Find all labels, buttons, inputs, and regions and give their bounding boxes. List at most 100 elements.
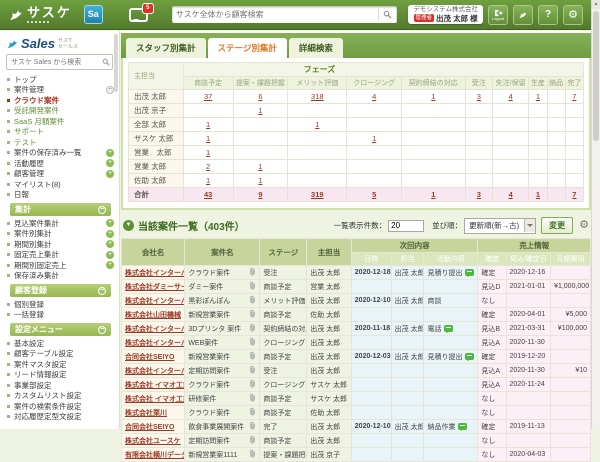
- sidebar-item[interactable]: トップ: [7, 74, 114, 85]
- company-link[interactable]: 株式会社インターパーク: [125, 368, 185, 375]
- paperclip-icon[interactable]: [249, 449, 256, 461]
- count-link[interactable]: 1: [258, 162, 262, 171]
- sidebar-item[interactable]: 期間別固定売上+: [7, 260, 114, 271]
- sidebar-item[interactable]: 案件別集計+: [7, 229, 114, 240]
- count-link[interactable]: 1: [536, 92, 540, 101]
- expand-plus-icon[interactable]: +: [106, 170, 114, 178]
- sidebar-section-header[interactable]: 設定メニュー−: [10, 323, 111, 336]
- change-button[interactable]: 変更: [541, 217, 573, 234]
- company-link[interactable]: 株式会社インターパーク: [125, 340, 185, 347]
- count-link[interactable]: 7: [572, 190, 576, 199]
- list-settings-gear-icon[interactable]: ⚙: [579, 220, 589, 231]
- sidebar-item[interactable]: 案件マスタ設定: [7, 359, 114, 370]
- count-link[interactable]: 1: [206, 134, 210, 143]
- paperclip-icon[interactable]: [249, 267, 256, 279]
- paperclip-icon[interactable]: [249, 393, 256, 405]
- company-link[interactable]: 株式会社栗川: [125, 410, 167, 417]
- chat-bubble-icon[interactable]: [458, 423, 467, 430]
- chat-bubble-icon[interactable]: [465, 269, 474, 276]
- paperclip-icon[interactable]: [249, 365, 256, 377]
- company-link[interactable]: 株式会社ユースケ: [125, 438, 181, 445]
- sidebar-item[interactable]: 対応履歴定型文設定: [7, 412, 114, 423]
- expand-plus-icon[interactable]: +: [106, 251, 114, 259]
- company-link[interactable]: 株式会社インターパーク: [125, 326, 185, 333]
- tab-active[interactable]: ステージ別集計: [208, 38, 287, 58]
- expand-plus-icon[interactable]: +: [106, 230, 114, 238]
- global-search-box[interactable]: [172, 6, 397, 23]
- sidebar-item[interactable]: テスト: [7, 137, 114, 148]
- expand-plus-icon[interactable]: +: [106, 149, 114, 157]
- company-link[interactable]: 合同会社SEIYO: [125, 424, 174, 431]
- sidebar-item[interactable]: 固定売上集計+: [7, 250, 114, 261]
- user-info-box[interactable]: デモシステム株式会社 管理者 出茂 太郎 様: [408, 5, 483, 24]
- sidebar-item[interactable]: マイリスト(8): [7, 179, 114, 190]
- count-link[interactable]: 5: [372, 190, 376, 199]
- comment-icon[interactable]: 5: [129, 8, 148, 22]
- search-icon[interactable]: [378, 8, 397, 21]
- sidebar-item[interactable]: 基本設定: [7, 338, 114, 349]
- sidebar-item[interactable]: 案件管理−: [7, 85, 114, 96]
- sasuke-home-button[interactable]: [513, 5, 533, 25]
- expand-plus-icon[interactable]: +: [106, 261, 114, 269]
- tab-item[interactable]: スタッフ別集計: [126, 38, 206, 58]
- count-link[interactable]: 4: [372, 92, 376, 101]
- sidebar-item[interactable]: 案件の保存済み一覧+: [7, 148, 114, 159]
- count-link[interactable]: 7: [572, 92, 576, 101]
- sidebar-item[interactable]: 期間別集計+: [7, 239, 114, 250]
- count-link[interactable]: 2: [206, 162, 210, 171]
- help-button[interactable]: ?: [538, 5, 558, 25]
- settings-button[interactable]: ⚙: [563, 5, 583, 25]
- paperclip-icon[interactable]: [249, 281, 256, 293]
- sidebar-search-input[interactable]: [9, 58, 102, 67]
- global-search-input[interactable]: [172, 10, 378, 19]
- sidebar-item[interactable]: クラウド案件: [7, 95, 114, 106]
- count-link[interactable]: 1: [206, 176, 210, 185]
- paperclip-icon[interactable]: [249, 379, 256, 391]
- count-link[interactable]: 1: [431, 190, 435, 199]
- expand-plus-icon[interactable]: +: [106, 219, 114, 227]
- chat-bubble-icon[interactable]: [444, 325, 453, 332]
- count-link[interactable]: 43: [204, 190, 212, 199]
- count-link[interactable]: 1: [258, 106, 262, 115]
- scrollbar-thumb[interactable]: [593, 11, 599, 141]
- sidebar-item[interactable]: サポート: [7, 127, 114, 138]
- collapse-minus-icon[interactable]: −: [98, 206, 106, 214]
- page-scrollbar[interactable]: ▲: [591, 0, 600, 429]
- sidebar-item[interactable]: 顧客管理+: [7, 169, 114, 180]
- count-link[interactable]: 37: [204, 92, 212, 101]
- count-link[interactable]: 4: [509, 92, 513, 101]
- chat-bubble-icon[interactable]: [465, 353, 474, 360]
- count-link[interactable]: 1: [431, 92, 435, 101]
- sidebar-item[interactable]: 一括登録: [7, 310, 114, 321]
- sidebar-section-header[interactable]: 集計−: [10, 203, 111, 216]
- sa-app-badge[interactable]: Sa: [84, 5, 103, 24]
- count-link[interactable]: 9: [258, 190, 262, 199]
- sidebar-item[interactable]: 保存済み集計: [7, 271, 114, 282]
- paperclip-icon[interactable]: [249, 351, 256, 363]
- company-link[interactable]: 株式会社インターパーク: [125, 270, 185, 277]
- count-link[interactable]: 1: [258, 176, 262, 185]
- company-link[interactable]: 有限会社横川データ: [125, 452, 185, 459]
- company-link[interactable]: 株式会社山田機械: [125, 312, 181, 319]
- company-link[interactable]: 株式会社 イマオ工業A: [125, 382, 185, 389]
- sidebar-search-box[interactable]: [6, 54, 113, 70]
- expand-plus-icon[interactable]: +: [106, 240, 114, 248]
- sidebar-section-header[interactable]: 顧客登録−: [10, 284, 111, 297]
- count-link[interactable]: 1: [372, 134, 376, 143]
- count-link[interactable]: 1: [536, 190, 540, 199]
- paperclip-icon[interactable]: [249, 309, 256, 321]
- count-link[interactable]: 1: [315, 120, 319, 129]
- logout-button[interactable]: Logout: [488, 5, 508, 25]
- paperclip-icon[interactable]: [249, 323, 256, 335]
- collapse-minus-icon[interactable]: −: [98, 287, 106, 295]
- scroll-up-arrow[interactable]: ▲: [592, 0, 600, 9]
- count-link[interactable]: 319: [311, 190, 324, 199]
- sidebar-scrollbar-thumb[interactable]: [114, 34, 118, 92]
- sidebar-item[interactable]: 日報: [7, 190, 114, 201]
- paperclip-icon[interactable]: [249, 407, 256, 419]
- paperclip-icon[interactable]: [249, 435, 256, 447]
- count-link[interactable]: 4: [509, 190, 513, 199]
- count-link[interactable]: 1: [206, 120, 210, 129]
- company-link[interactable]: 株式会社インターパーク: [125, 298, 185, 305]
- sidebar-item[interactable]: リード情報設定: [7, 370, 114, 381]
